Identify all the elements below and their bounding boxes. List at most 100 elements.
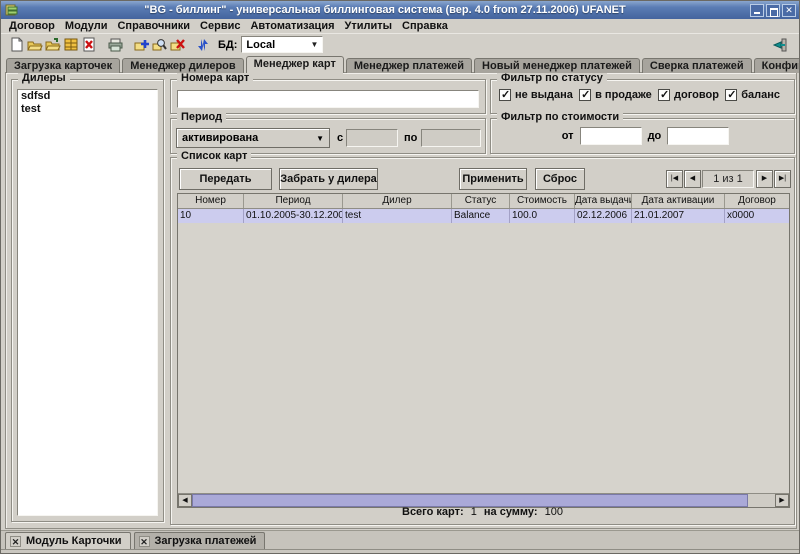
apply-button[interactable]: Применить [459,168,527,190]
card-list-group-title: Список карт [177,150,251,162]
checkbox-icon[interactable] [658,89,670,101]
tab-module-configuration[interactable]: Конфигурация модуля [754,58,800,73]
card-numbers-group-title: Номера карт [177,72,253,84]
tab-card-loading[interactable]: Загрузка карточек [6,58,120,73]
column-header-activation-date[interactable]: Дата активации [632,194,725,208]
first-page-button[interactable]: |◀ [666,170,683,188]
menu-item-automation[interactable]: Автоматизация [250,20,334,32]
minimize-button[interactable] [750,4,764,17]
menu-item-modules[interactable]: Модули [65,20,108,32]
period-from-label: с [337,132,343,144]
menu-item-utilities[interactable]: Утилиты [345,20,393,32]
period-group-title: Период [177,111,226,123]
new-document-icon [10,37,24,52]
card-list-group: Список карт Передать дилеру Забрать у ди… [170,157,795,525]
cost-from-input[interactable] [580,127,642,145]
open-file-icon [27,38,43,52]
delete-document-button[interactable] [80,36,98,53]
dealers-group-title: Дилеры [18,72,70,84]
tab-payment-reconciliation[interactable]: Сверка платежей [642,58,752,73]
open-file-button[interactable] [26,36,44,53]
take-from-dealer-button[interactable]: Забрать у дилера [279,168,378,190]
tab-card-manager[interactable]: Менеджер карт [246,56,344,73]
dealer-list-item[interactable]: sdfsd [18,90,157,103]
prev-page-button[interactable]: ◀ [684,170,701,188]
reset-button[interactable]: Сброс [535,168,585,190]
import-file-button[interactable] [44,36,62,53]
cost-to-input[interactable] [667,127,729,145]
maximize-button[interactable] [766,4,780,17]
column-header-number[interactable]: Номер [178,194,244,208]
refresh-button[interactable] [194,36,212,53]
checkbox-on-sale[interactable]: в продаже [579,89,652,101]
application-window: "BG - биллинг" - универсальная биллингов… [0,0,800,554]
status-filter-group: Фильтр по статусу не выдана в продаже до… [490,79,795,114]
table-button[interactable] [62,36,80,53]
exit-icon [773,38,787,52]
close-icon[interactable]: ✕ [10,536,21,547]
tab-payment-manager[interactable]: Менеджер платежей [346,58,472,73]
column-header-contract[interactable]: Договор [725,194,789,208]
tab-dealer-manager[interactable]: Менеджер дилеров [122,58,243,73]
column-header-period[interactable]: Период [244,194,343,208]
delete-document-icon [82,37,96,52]
app-icon [4,3,18,17]
checkbox-icon[interactable] [499,89,511,101]
menu-bar: Договор Модули Справочники Сервис Автома… [1,19,799,34]
bottom-tab-payments-loading[interactable]: ✕ Загрузка платежей [134,532,266,549]
period-group: Период активирована ▼ с по [170,118,486,154]
next-page-button[interactable]: ▶ [756,170,773,188]
dealers-list[interactable]: sdfsd test [17,89,158,516]
cost-to-label: до [648,130,662,142]
cell-period: 01.10.2005-30.12.2007 [244,209,343,223]
window-title: "BG - биллинг" - универсальная биллингов… [22,4,748,16]
last-page-button[interactable]: ▶| [774,170,791,188]
column-header-dealer[interactable]: Дилер [343,194,452,208]
transfer-to-dealer-button[interactable]: Передать дилеру [179,168,272,190]
remove-card-button[interactable] [168,36,186,53]
period-to-input[interactable] [421,129,481,147]
bottom-tab-cards-module[interactable]: ✕ Модуль Карточки [5,532,131,549]
db-select[interactable]: Local ▼ [241,36,323,53]
cell-status: Balance [452,209,510,223]
page-indicator: 1 из 1 [702,170,754,188]
table-header-row: Номер Период Дилер Статус Стоимость Дата… [178,194,789,209]
exit-button[interactable] [771,36,789,53]
module-tab-bar: ✕ Модуль Карточки ✕ Загрузка платежей [1,530,799,549]
column-header-issue-date[interactable]: Дата выдачи [575,194,632,208]
checkbox-balance[interactable]: баланс [725,89,780,101]
period-to-label: по [404,132,417,144]
close-button[interactable]: ✕ [782,4,796,17]
menu-item-service[interactable]: Сервис [200,20,240,32]
cost-filter-group-title: Фильтр по стоимости [497,111,623,123]
checkbox-icon[interactable] [579,89,591,101]
card-manager-panel: Дилеры sdfsd test Номера карт Период акт… [5,72,797,529]
column-header-status[interactable]: Статус [452,194,510,208]
add-card-button[interactable] [132,36,150,53]
period-row: активирована ▼ с по [171,128,485,148]
table-row[interactable]: 10 01.10.2005-30.12.2007 test Balance 10… [178,209,789,223]
add-card-icon [134,38,149,52]
menu-item-references[interactable]: Справочники [117,20,190,32]
dealer-list-item[interactable]: test [18,103,157,116]
print-button[interactable] [106,36,124,53]
tab-new-payment-manager[interactable]: Новый менеджер платежей [474,58,640,73]
checkbox-contract[interactable]: договор [658,89,719,101]
checkbox-label: баланс [741,89,780,101]
find-card-button[interactable] [150,36,168,53]
close-icon[interactable]: ✕ [139,536,150,547]
bottom-tab-label: Загрузка платежей [155,535,257,547]
column-header-cost[interactable]: Стоимость [510,194,575,208]
checkbox-not-issued[interactable]: не выдана [499,89,573,101]
total-cards-value: 1 [471,506,477,518]
horizontal-scrollbar[interactable]: ◀ ▶ [178,493,789,507]
card-numbers-input[interactable] [177,90,479,108]
card-table-scrollpane: Номер Период Дилер Статус Стоимость Дата… [177,193,790,508]
import-file-icon [45,38,61,52]
menu-item-help[interactable]: Справка [402,20,448,32]
checkbox-icon[interactable] [725,89,737,101]
period-status-select[interactable]: активирована ▼ [176,128,330,148]
new-document-button[interactable] [8,36,26,53]
period-from-input[interactable] [346,129,398,147]
menu-item-contract[interactable]: Договор [9,20,55,32]
